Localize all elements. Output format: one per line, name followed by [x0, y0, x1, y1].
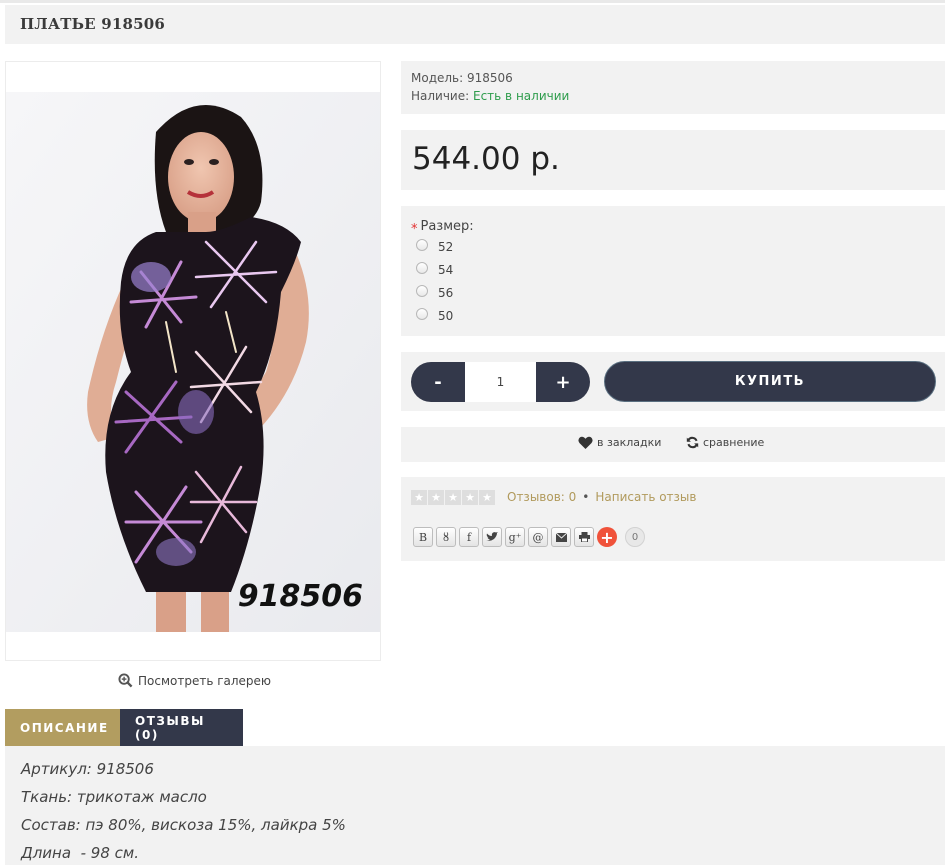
product-price: 544.00 р.: [412, 141, 560, 177]
stock-value: Есть в наличии: [473, 89, 570, 103]
radio-icon[interactable]: [416, 239, 428, 251]
page-title: ПЛАТЬЕ 918506: [20, 15, 166, 33]
size-option-56[interactable]: 56: [416, 285, 454, 300]
size-option-label: 50: [438, 309, 454, 323]
googleplus-icon[interactable]: g⁺: [505, 527, 525, 547]
model-panel: Модель: 918506 Наличие: Есть в наличии: [401, 61, 945, 114]
size-label-text: Размер:: [420, 219, 474, 234]
refresh-icon: [686, 436, 699, 449]
size-option-label: 52: [438, 240, 454, 254]
top-divider: [0, 0, 945, 3]
product-image[interactable]: 918506: [5, 61, 381, 661]
mailru-icon[interactable]: @: [528, 527, 548, 547]
star-icon: ★: [428, 490, 444, 505]
separator-dot: •: [582, 490, 590, 504]
tab-reviews[interactable]: ОТЗЫВЫ (0): [120, 709, 243, 746]
zoom-icon: [118, 673, 133, 688]
view-gallery-link[interactable]: Посмотреть галерею: [118, 673, 271, 688]
size-label: * Размер:: [411, 219, 474, 237]
wishlist-compare-panel: в закладки сравнение: [401, 427, 945, 462]
tab-description[interactable]: ОПИСАНИЕ: [5, 709, 120, 746]
star-icon: ★: [462, 490, 478, 505]
buy-button[interactable]: КУПИТЬ: [604, 361, 936, 402]
heart-icon: [578, 436, 593, 449]
vk-icon[interactable]: B: [413, 527, 433, 547]
description-fabric: Ткань: трикотаж масло: [21, 788, 207, 806]
reviews-panel: ★ ★ ★ ★ ★ Отзывов: 0 • Написать отзыв B …: [401, 477, 945, 561]
description-panel: Артикул: 918506 Ткань: трикотаж масло Со…: [5, 746, 945, 865]
share-count: 0: [625, 527, 645, 547]
star-icon: ★: [479, 490, 495, 505]
product-tabs: ОПИСАНИЕ ОТЗЫВЫ (0): [5, 709, 243, 746]
radio-icon[interactable]: [416, 308, 428, 320]
description-composition: Состав: пэ 80%, вискоза 15%, лайкра 5%: [21, 816, 346, 834]
size-option-52[interactable]: 52: [416, 239, 454, 254]
odnoklassniki-icon[interactable]: ȣ: [436, 527, 456, 547]
reviews-links: Отзывов: 0 • Написать отзыв: [507, 490, 696, 504]
model-row: Модель: 918506: [411, 71, 513, 85]
compare-label: сравнение: [703, 436, 765, 449]
model-label: Модель:: [411, 71, 464, 85]
email-icon[interactable]: [551, 527, 571, 547]
quantity-input[interactable]: [465, 362, 536, 402]
stock-label: Наличие:: [411, 89, 470, 103]
star-icon: ★: [411, 490, 427, 505]
dress-photo: 918506: [6, 92, 380, 632]
rating-stars: ★ ★ ★ ★ ★: [411, 490, 495, 505]
write-review-link[interactable]: Написать отзыв: [595, 490, 696, 504]
radio-icon[interactable]: [416, 262, 428, 274]
star-icon: ★: [445, 490, 461, 505]
image-code: 918506: [238, 579, 363, 614]
bookmark-label: в закладки: [597, 436, 662, 449]
facebook-icon[interactable]: f: [459, 527, 479, 547]
twitter-icon[interactable]: [482, 527, 502, 547]
share-buttons: B ȣ f g⁺ @ + 0: [413, 527, 645, 547]
add-to-compare-link[interactable]: сравнение: [686, 436, 764, 449]
size-option-54[interactable]: 54: [416, 262, 454, 277]
reviews-count-link[interactable]: Отзывов: 0: [507, 490, 576, 504]
print-icon[interactable]: [574, 527, 594, 547]
size-option-50[interactable]: 50: [416, 308, 454, 323]
radio-icon[interactable]: [416, 285, 428, 297]
required-marker: *: [411, 222, 418, 237]
quantity-increase-button[interactable]: +: [536, 362, 590, 402]
size-option-label: 56: [438, 286, 454, 300]
description-length: Длина - 98 см.: [21, 844, 139, 862]
size-panel: * Размер: 52 54 56 50: [401, 206, 945, 336]
stock-row: Наличие: Есть в наличии: [411, 89, 569, 103]
gallery-label: Посмотреть галерею: [138, 673, 272, 688]
add-to-bookmarks-link[interactable]: в закладки: [578, 436, 661, 449]
model-value: 918506: [467, 71, 513, 85]
quantity-decrease-button[interactable]: -: [411, 362, 465, 402]
buy-panel: - + КУПИТЬ: [401, 352, 945, 411]
description-sku: Артикул: 918506: [21, 760, 154, 778]
price-panel: 544.00 р.: [401, 130, 945, 190]
size-option-label: 54: [438, 263, 454, 277]
addthis-icon[interactable]: +: [597, 527, 617, 547]
title-bar: ПЛАТЬЕ 918506: [5, 5, 945, 44]
